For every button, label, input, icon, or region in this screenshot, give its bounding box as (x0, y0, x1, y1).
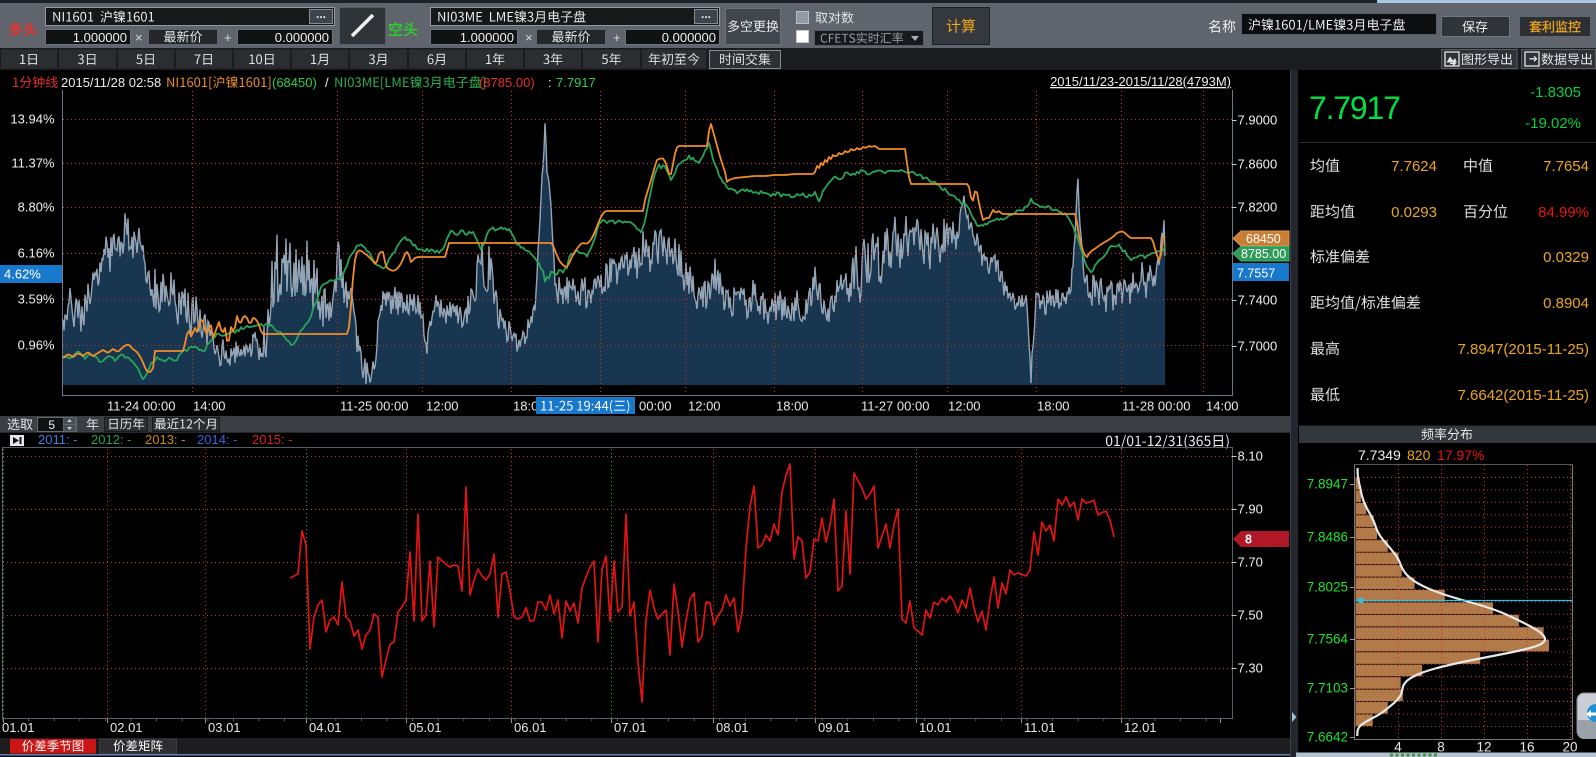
svg-text:0.000000: 0.000000 (662, 30, 716, 45)
svg-text:7.7917: 7.7917 (1309, 90, 1400, 126)
svg-text:03.01: 03.01 (208, 720, 241, 735)
svg-text:7.8486: 7.8486 (1307, 530, 1348, 545)
svg-text:...: ... (316, 7, 326, 21)
svg-text:10.01: 10.01 (919, 720, 952, 735)
svg-text:0.000000: 0.000000 (275, 30, 329, 45)
svg-text:07.01: 07.01 (614, 720, 647, 735)
svg-text:01.01: 01.01 (2, 720, 35, 735)
svg-text:11-24 00:00: 11-24 00:00 (107, 399, 175, 414)
svg-text:2014: -: 2014: - (197, 432, 237, 447)
svg-text:2015/11/23-2015/11/28(4793M): 2015/11/23-2015/11/28(4793M) (1050, 74, 1231, 89)
svg-text:11-27 00:00: 11-27 00:00 (861, 399, 929, 414)
svg-text:11.37%: 11.37% (11, 156, 55, 171)
svg-text:04.01: 04.01 (309, 720, 342, 735)
svg-text:7.7000: 7.7000 (1238, 339, 1278, 354)
svg-text:-19.02%: -19.02% (1525, 115, 1581, 132)
svg-text:1.000000: 1.000000 (460, 30, 514, 45)
svg-text:0.0293: 0.0293 (1391, 204, 1437, 221)
svg-text:11-28 00:00: 11-28 00:00 (1122, 399, 1190, 414)
svg-text:2012: -: 2012: - (91, 432, 131, 447)
svg-text:7.9000: 7.9000 (1238, 113, 1278, 128)
svg-text:02.01: 02.01 (110, 720, 143, 735)
svg-text:7.30: 7.30 (1238, 661, 1263, 676)
svg-text:08.01: 08.01 (716, 720, 749, 735)
svg-text:+: + (224, 30, 232, 45)
svg-text::: : (548, 75, 552, 90)
svg-text:68450: 68450 (1246, 232, 1281, 246)
svg-text:/: / (325, 75, 329, 90)
svg-text:7.90: 7.90 (1238, 502, 1263, 517)
svg-text:18:00: 18:00 (1037, 399, 1070, 414)
svg-text:2013: -: 2013: - (145, 432, 185, 447)
svg-text:-1.8305: -1.8305 (1530, 84, 1581, 101)
svg-text:7.8947(2015-11-25): 7.8947(2015-11-25) (1458, 341, 1589, 358)
svg-text:(8785.00): (8785.00) (479, 75, 535, 90)
svg-text:18:00: 18:00 (776, 399, 809, 414)
svg-text:12.01: 12.01 (1124, 720, 1157, 735)
svg-text:(68450): (68450) (272, 75, 317, 90)
svg-text:05.01: 05.01 (409, 720, 442, 735)
svg-text:2015: -: 2015: - (252, 432, 292, 447)
svg-text:7.8600: 7.8600 (1238, 157, 1278, 172)
svg-text:7.7349: 7.7349 (1358, 447, 1401, 463)
svg-text:09.01: 09.01 (818, 720, 851, 735)
svg-text:12:00: 12:00 (948, 399, 981, 414)
svg-text:7.7400: 7.7400 (1238, 293, 1278, 308)
svg-text:00:00: 00:00 (639, 399, 672, 414)
svg-text:7.8200: 7.8200 (1238, 200, 1278, 215)
svg-text:8785.00: 8785.00 (1241, 247, 1286, 261)
svg-text:0.96%: 0.96% (18, 338, 55, 353)
svg-text:7.7917: 7.7917 (556, 75, 596, 90)
svg-text:8: 8 (1245, 533, 1252, 547)
svg-text:7.50: 7.50 (1238, 608, 1263, 623)
svg-text:4: 4 (1394, 740, 1402, 755)
svg-text:12:00: 12:00 (426, 399, 459, 414)
svg-text:16: 16 (1519, 740, 1534, 755)
svg-text:7.8025: 7.8025 (1307, 580, 1348, 595)
svg-text:11-25 00:00: 11-25 00:00 (340, 399, 408, 414)
svg-text:84.99%: 84.99% (1538, 204, 1589, 221)
svg-text:+: + (613, 30, 621, 45)
svg-text:06.01: 06.01 (514, 720, 547, 735)
svg-text:7.6642: 7.6642 (1307, 730, 1348, 745)
svg-text:12:00: 12:00 (688, 399, 721, 414)
svg-text:7.7624: 7.7624 (1391, 158, 1437, 175)
svg-text:12: 12 (1476, 740, 1491, 755)
svg-text:4.62%: 4.62% (4, 267, 41, 282)
svg-text:8.10: 8.10 (1238, 449, 1263, 464)
svg-text:13.94%: 13.94% (10, 112, 55, 127)
svg-text:7.7103: 7.7103 (1307, 681, 1348, 696)
svg-text:3.59%: 3.59% (18, 292, 55, 307)
svg-text:14:00: 14:00 (193, 399, 226, 414)
svg-text:11.01: 11.01 (1024, 720, 1056, 735)
svg-text:7.7557: 7.7557 (1237, 267, 1275, 281)
svg-text:1.000000: 1.000000 (73, 30, 127, 45)
svg-text:7.7564: 7.7564 (1307, 632, 1349, 647)
svg-text:×: × (135, 30, 143, 45)
svg-text:8: 8 (1437, 740, 1445, 755)
svg-text:7.7654: 7.7654 (1543, 158, 1589, 175)
svg-text:7.8947: 7.8947 (1307, 477, 1348, 492)
svg-text:820: 820 (1407, 447, 1431, 463)
svg-text:6.16%: 6.16% (18, 246, 55, 261)
svg-text:7.6642(2015-11-25): 7.6642(2015-11-25) (1458, 387, 1589, 404)
svg-text:20: 20 (1562, 740, 1577, 755)
svg-text:2011: -: 2011: - (38, 432, 78, 447)
svg-text:0.8904: 0.8904 (1543, 295, 1589, 312)
svg-text:×: × (525, 30, 533, 45)
svg-text:17.97%: 17.97% (1437, 447, 1484, 463)
svg-text:14:00: 14:00 (1206, 399, 1239, 414)
svg-text:2015/11/28 02:58: 2015/11/28 02:58 (61, 75, 161, 90)
svg-text:...: ... (701, 7, 711, 21)
svg-text:7.70: 7.70 (1238, 555, 1263, 570)
svg-text:8.80%: 8.80% (18, 200, 55, 215)
svg-text:5: 5 (48, 418, 55, 432)
svg-text:0.0329: 0.0329 (1543, 249, 1589, 266)
